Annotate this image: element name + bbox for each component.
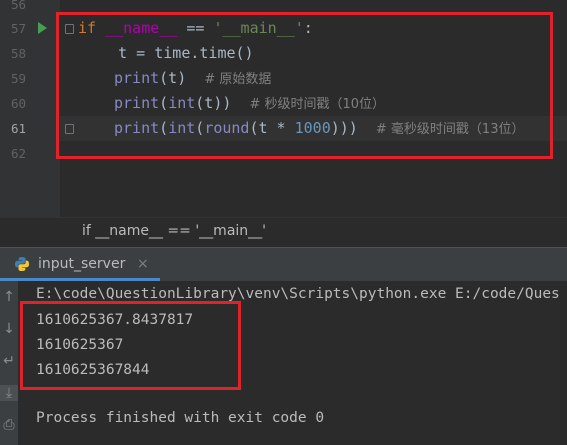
arrow-up-icon[interactable]: ↑ (0, 289, 18, 305)
line-number-62: 62 (10, 146, 26, 161)
print-icon[interactable]: ⎙ (0, 417, 18, 433)
soft-wrap-icon[interactable]: ↵ (0, 353, 18, 369)
run-gutter-icon[interactable] (38, 22, 47, 34)
breadcrumb[interactable]: if __name__ == '__main__' (0, 217, 567, 248)
run-side-toolbar: ↑ ↓ ↵ ⤓ ⎙ (0, 281, 18, 445)
line-number-56: 56 (10, 0, 26, 12)
line-number-59: 59 (10, 71, 26, 86)
arrow-down-icon[interactable]: ↓ (0, 321, 18, 337)
line-number-61: 61 (10, 121, 26, 136)
code-annotation-box (56, 12, 553, 159)
scroll-to-end-icon[interactable]: ⤓ (0, 385, 18, 401)
console-line: Process finished with exit code 0 (36, 410, 325, 426)
line-number-57: 57 (10, 21, 26, 36)
close-icon[interactable]: × (137, 256, 149, 272)
line-number-60: 60 (10, 96, 26, 111)
run-tab-label[interactable]: input_server (38, 256, 125, 272)
python-icon (15, 257, 29, 271)
line-number-58: 58 (10, 46, 26, 61)
breadcrumb-item[interactable]: if __name__ == '__main__' (82, 223, 266, 239)
code-editor[interactable]: 56 57 58 59 60 61 62 if __name__ == '__m… (0, 0, 567, 217)
output-annotation-box (20, 301, 241, 390)
